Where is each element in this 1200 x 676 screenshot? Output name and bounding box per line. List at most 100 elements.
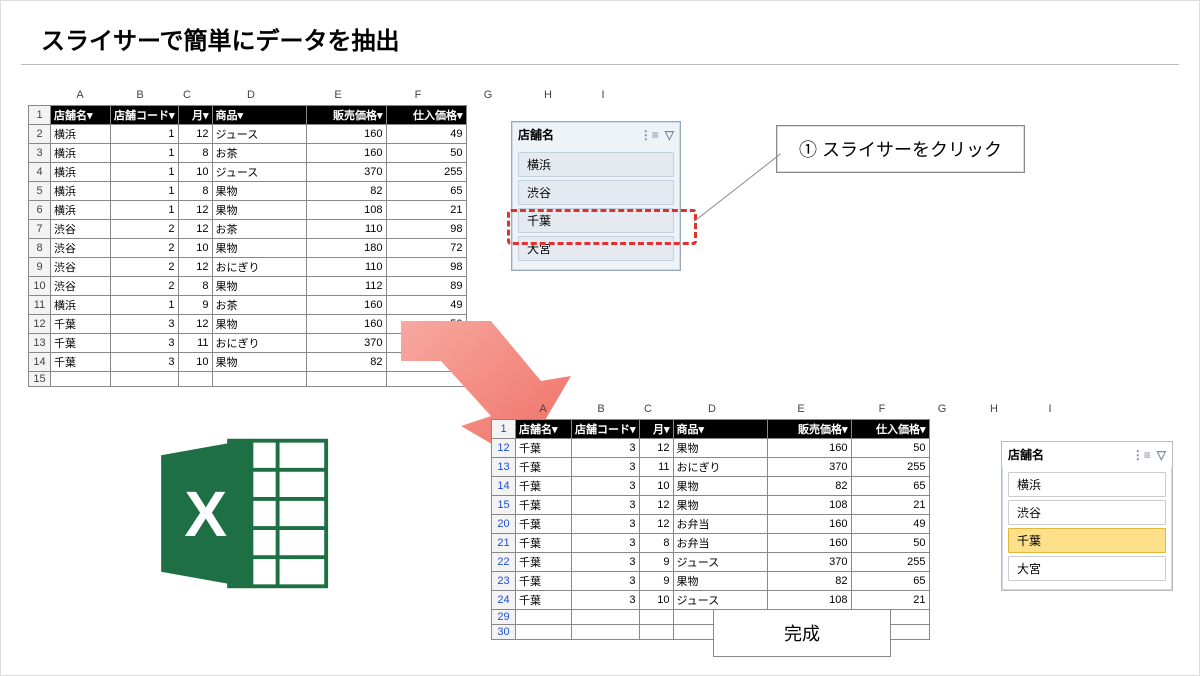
cell[interactable]: 3 — [572, 496, 640, 515]
col-header[interactable]: 商品▾ — [673, 420, 767, 439]
cell[interactable]: 果物 — [212, 277, 306, 296]
cell[interactable]: 49 — [851, 515, 929, 534]
cell[interactable] — [516, 625, 572, 640]
cell[interactable]: おにぎり — [212, 334, 306, 353]
slicer-item[interactable]: 千葉 — [1008, 528, 1166, 553]
cell[interactable]: 千葉 — [51, 315, 111, 334]
cell[interactable]: 50 — [386, 144, 466, 163]
cell[interactable]: 8 — [178, 182, 212, 201]
cell[interactable]: 180 — [306, 239, 386, 258]
cell[interactable]: おにぎり — [212, 258, 306, 277]
cell[interactable]: 370 — [767, 458, 851, 477]
cell[interactable]: 50 — [851, 534, 929, 553]
cell[interactable]: 1 — [111, 201, 179, 220]
cell[interactable]: 千葉 — [516, 553, 572, 572]
cell[interactable]: 千葉 — [51, 353, 111, 372]
cell[interactable]: 11 — [639, 458, 673, 477]
cell[interactable]: 10 — [178, 353, 212, 372]
cell[interactable]: 3 — [572, 553, 640, 572]
cell[interactable]: 10 — [178, 163, 212, 182]
cell[interactable]: 1 — [111, 296, 179, 315]
cell[interactable]: 果物 — [673, 572, 767, 591]
cell[interactable]: 渋谷 — [51, 220, 111, 239]
cell[interactable]: 49 — [386, 125, 466, 144]
cell[interactable]: 160 — [767, 439, 851, 458]
cell[interactable]: 160 — [306, 296, 386, 315]
cell[interactable]: 8 — [639, 534, 673, 553]
cell[interactable]: 370 — [767, 553, 851, 572]
cell[interactable]: 果物 — [673, 477, 767, 496]
cell[interactable]: 160 — [306, 125, 386, 144]
cell[interactable]: 21 — [851, 591, 929, 610]
col-header[interactable]: 店舗名▾ — [516, 420, 572, 439]
cell[interactable]: 千葉 — [51, 334, 111, 353]
cell[interactable]: 72 — [386, 239, 466, 258]
cell[interactable]: 果物 — [212, 182, 306, 201]
cell[interactable]: 3 — [572, 515, 640, 534]
cell[interactable]: 渋谷 — [51, 239, 111, 258]
cell[interactable]: 82 — [767, 477, 851, 496]
cell[interactable]: 3 — [111, 315, 179, 334]
cell[interactable]: 12 — [178, 125, 212, 144]
cell[interactable]: 横浜 — [51, 125, 111, 144]
cell[interactable]: 千葉 — [516, 477, 572, 496]
cell[interactable] — [639, 625, 673, 640]
cell[interactable]: 11 — [178, 334, 212, 353]
cell[interactable]: 9 — [639, 553, 673, 572]
cell[interactable]: おにぎり — [673, 458, 767, 477]
cell[interactable]: ジュース — [212, 163, 306, 182]
cell[interactable] — [178, 372, 212, 387]
cell[interactable]: 2 — [111, 277, 179, 296]
cell[interactable]: 果物 — [212, 353, 306, 372]
cell[interactable]: 2 — [111, 258, 179, 277]
cell[interactable]: 1 — [111, 182, 179, 201]
cell[interactable]: 49 — [386, 296, 466, 315]
filter-dropdown-icon[interactable]: ▾ — [552, 424, 558, 436]
filter-dropdown-icon[interactable]: ▾ — [87, 110, 93, 122]
slicer-item[interactable]: 横浜 — [1008, 472, 1166, 497]
cell[interactable]: 10 — [639, 477, 673, 496]
cell[interactable]: 255 — [851, 553, 929, 572]
cell[interactable]: 21 — [386, 201, 466, 220]
filter-dropdown-icon[interactable]: ▾ — [920, 424, 926, 436]
col-header[interactable]: 仕入価格▾ — [386, 106, 466, 125]
cell[interactable]: 千葉 — [516, 572, 572, 591]
cell[interactable] — [572, 610, 640, 625]
cell[interactable]: 98 — [386, 220, 466, 239]
cell[interactable]: 12 — [178, 315, 212, 334]
col-header[interactable]: 月▾ — [639, 420, 673, 439]
cell[interactable]: 65 — [851, 477, 929, 496]
cell[interactable] — [111, 372, 179, 387]
cell[interactable]: 12 — [178, 258, 212, 277]
cell[interactable]: 108 — [767, 496, 851, 515]
cell[interactable]: 160 — [767, 515, 851, 534]
cell[interactable]: 千葉 — [516, 591, 572, 610]
cell[interactable]: 12 — [178, 201, 212, 220]
col-header[interactable]: 販売価格▾ — [306, 106, 386, 125]
cell[interactable]: 10 — [178, 239, 212, 258]
cell[interactable]: 果物 — [212, 239, 306, 258]
cell[interactable]: 果物 — [673, 496, 767, 515]
cell[interactable]: 8 — [178, 277, 212, 296]
cell[interactable]: お茶 — [212, 144, 306, 163]
cell[interactable]: 65 — [851, 572, 929, 591]
cell[interactable]: 108 — [767, 591, 851, 610]
clear-filter-icon[interactable]: ▽ — [1157, 448, 1166, 462]
clear-filter-icon[interactable]: ▽ — [665, 128, 674, 142]
slicer-item[interactable]: 横浜 — [518, 152, 674, 177]
col-header[interactable]: 店舗名▾ — [51, 106, 111, 125]
cell[interactable]: 21 — [851, 496, 929, 515]
cell[interactable]: 9 — [639, 572, 673, 591]
cell[interactable]: 8 — [178, 144, 212, 163]
cell[interactable]: 12 — [178, 220, 212, 239]
cell[interactable] — [516, 610, 572, 625]
filter-dropdown-icon[interactable]: ▾ — [169, 110, 175, 122]
cell[interactable]: 千葉 — [516, 439, 572, 458]
col-header[interactable]: 仕入価格▾ — [851, 420, 929, 439]
col-header[interactable]: 店舗コード▾ — [111, 106, 179, 125]
cell[interactable]: 3 — [111, 334, 179, 353]
cell[interactable]: 果物 — [212, 201, 306, 220]
cell[interactable]: 12 — [639, 439, 673, 458]
filter-dropdown-icon[interactable]: ▾ — [457, 110, 463, 122]
cell[interactable]: 89 — [386, 277, 466, 296]
